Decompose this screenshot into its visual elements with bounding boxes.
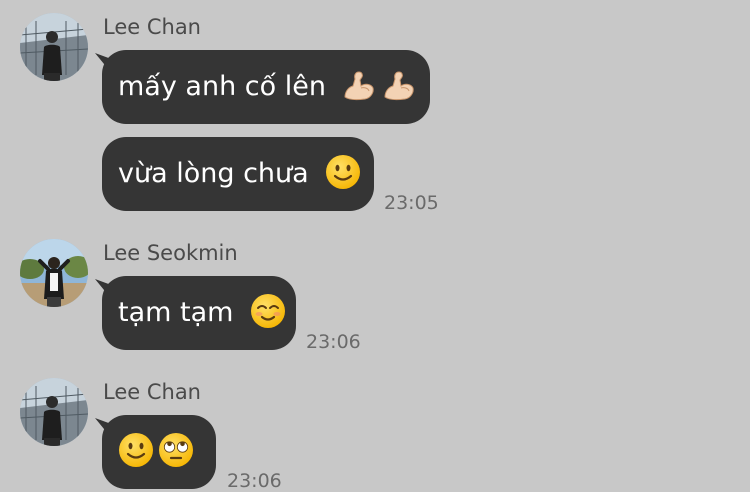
slightly-smiling-face-icon (118, 432, 154, 468)
message-text: mấy anh cố lên (118, 71, 326, 102)
message-timestamp: 23:06 (227, 470, 282, 492)
profile-photo-icon (20, 13, 88, 81)
sender-name: Lee Chan (103, 15, 201, 39)
smiling-face-icon (250, 293, 286, 329)
flexed-biceps-icon (381, 67, 417, 103)
message-bubble[interactable]: tạm tạm (102, 276, 296, 350)
message-bubble[interactable] (102, 415, 216, 489)
message-bubble[interactable]: mấy anh cố lên (102, 50, 430, 124)
flexed-biceps-icon (341, 67, 377, 103)
profile-photo-icon (20, 239, 88, 307)
message-timestamp: 23:05 (384, 192, 439, 214)
sender-name: Lee Seokmin (103, 241, 238, 265)
avatar-lee-chan[interactable] (20, 13, 88, 81)
message-bubble[interactable]: vừa lòng chưa (102, 137, 374, 211)
sender-name: Lee Chan (103, 380, 201, 404)
face-with-rolling-eyes-icon (158, 432, 194, 468)
avatar-lee-chan[interactable] (20, 378, 88, 446)
message-text: vừa lòng chưa (118, 158, 309, 189)
message-text: tạm tạm (118, 297, 234, 328)
profile-photo-icon (20, 378, 88, 446)
avatar-lee-seokmin[interactable] (20, 239, 88, 307)
message-timestamp: 23:06 (306, 331, 361, 353)
slightly-smiling-face-icon (325, 154, 361, 190)
